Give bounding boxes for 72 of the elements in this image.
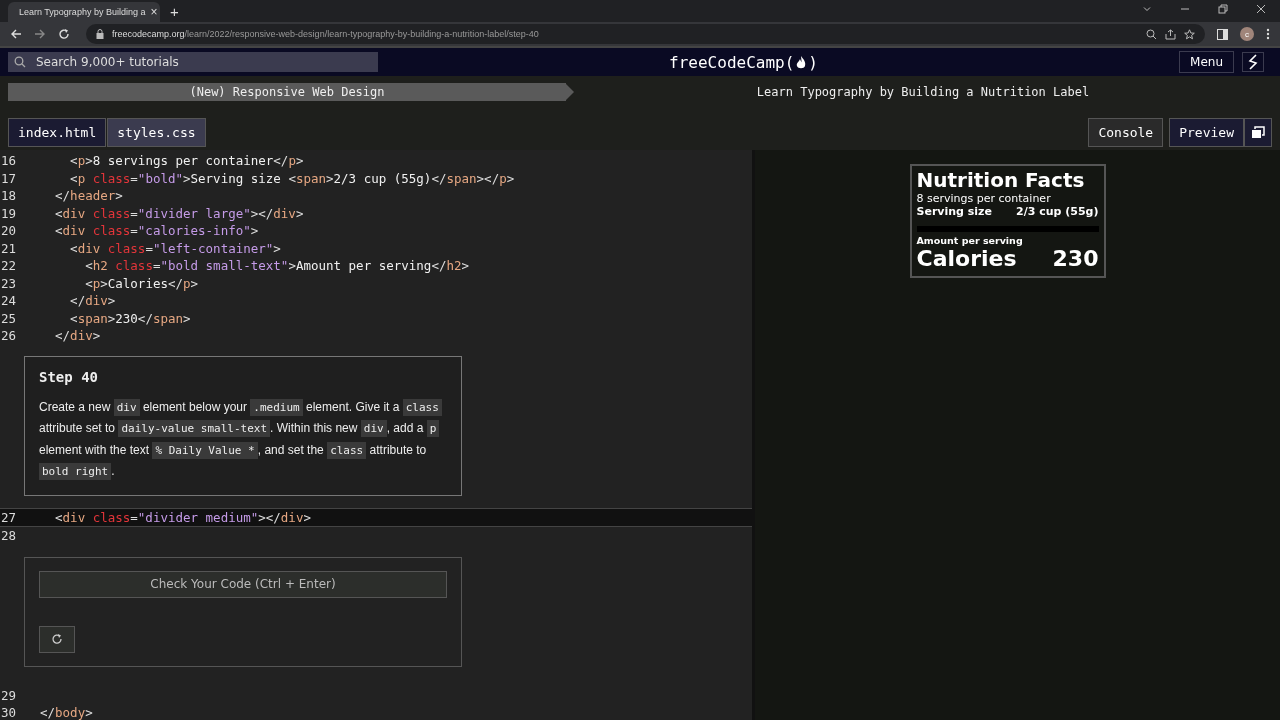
code-line: <div class="divider large"></div> bbox=[54, 205, 304, 221]
search-field[interactable]: Search 9,000+ tutorials bbox=[8, 52, 378, 72]
popout-button[interactable] bbox=[1244, 117, 1272, 147]
search-icon bbox=[14, 56, 26, 68]
amount-text: Amount per serving bbox=[916, 226, 1099, 246]
code-line: </body> bbox=[40, 705, 93, 720]
reload-icon[interactable] bbox=[58, 28, 70, 40]
zoom-icon[interactable] bbox=[1146, 28, 1157, 40]
line-number: 26 bbox=[0, 328, 18, 344]
reset-icon bbox=[51, 633, 63, 646]
code-line: </div> bbox=[69, 293, 116, 309]
step-title: Step 40 bbox=[39, 368, 99, 385]
line-number: 16 bbox=[0, 153, 18, 169]
share-icon[interactable] bbox=[1165, 28, 1176, 40]
line-number: 30 bbox=[0, 705, 18, 720]
code-line: <p class="bold">Serving size <span>2/3 cup (55g)</span></p> bbox=[69, 170, 515, 186]
sidebar-icon[interactable] bbox=[1217, 28, 1228, 40]
line-number: 22 bbox=[0, 258, 18, 274]
line-number: 29 bbox=[0, 687, 18, 703]
arrow-icon bbox=[566, 84, 574, 100]
forward-icon[interactable] bbox=[34, 28, 46, 40]
flame-icon bbox=[795, 54, 808, 70]
code-line: <p>Calories</p> bbox=[84, 275, 199, 291]
calories-value: 230 bbox=[1052, 246, 1099, 272]
logo-text: freeCodeCamp( bbox=[669, 52, 795, 72]
code-line: <span>230</span> bbox=[69, 310, 191, 326]
menu-button[interactable]: Menu bbox=[1179, 51, 1234, 73]
line-number: 24 bbox=[0, 293, 18, 309]
file-tab[interactable]: styles.css bbox=[107, 117, 206, 147]
serving-size-label: Serving size bbox=[916, 205, 992, 218]
line-number: 20 bbox=[0, 223, 18, 239]
tab-title: Learn Typography by Building a bbox=[19, 7, 146, 17]
code-line: <p>8 servings per container</p> bbox=[69, 153, 304, 169]
pane-tab[interactable]: Preview bbox=[1169, 117, 1244, 147]
close-icon[interactable] bbox=[1256, 3, 1266, 14]
line-number: 28 bbox=[0, 528, 18, 544]
close-tab-button[interactable]: × bbox=[150, 5, 158, 19]
pane-tab[interactable]: Console bbox=[1088, 117, 1164, 147]
code-line: </div> bbox=[54, 328, 101, 344]
line-number: 17 bbox=[0, 170, 18, 186]
lock-icon bbox=[96, 29, 104, 39]
code-line: <div class="left-container"> bbox=[69, 240, 281, 256]
star-icon[interactable] bbox=[1184, 28, 1195, 40]
line-number: 23 bbox=[0, 275, 18, 291]
line-number: 21 bbox=[0, 240, 18, 256]
reset-button[interactable] bbox=[39, 626, 75, 653]
windows-icon bbox=[1251, 125, 1265, 139]
restore-icon[interactable] bbox=[1218, 3, 1228, 14]
servings-text: 8 servings per container bbox=[916, 192, 1052, 205]
step-description: Create a new div element below your .medium element. Give it a class attribute set to daily-value small-text . Within this new div , add a p element with the text % Daily Value * , and set the class attribute to bold right . bbox=[39, 396, 447, 483]
browser-tab[interactable]: Learn Typography by Building a × bbox=[8, 2, 160, 22]
line-number: 19 bbox=[0, 205, 18, 221]
breadcrumb-title: Learn Typography by Building a Nutrition Label bbox=[755, 85, 1091, 99]
code-line: <div class="divider medium"></div> bbox=[54, 509, 311, 525]
address-bar[interactable]: freecodecamp.org/learn/2022/responsive-web-design/learn-typography-by-building-a-nutrition-label/step-40 bbox=[86, 24, 1205, 44]
calories-label: Calories bbox=[916, 246, 1017, 272]
new-tab-button[interactable]: + bbox=[170, 3, 179, 20]
more-icon[interactable] bbox=[1266, 28, 1270, 40]
label-title: Nutrition Facts bbox=[916, 168, 1086, 192]
check-code-button[interactable]: Check Your Code (Ctrl + Enter) bbox=[39, 570, 447, 599]
file-tab[interactable]: index.html bbox=[8, 117, 107, 147]
line-number: 18 bbox=[0, 188, 18, 204]
profile-button[interactable] bbox=[1242, 52, 1264, 72]
serving-size-value: 2/3 cup (55g) bbox=[1016, 205, 1099, 218]
code-line: <h2 class="bold small-text">Amount per serving</h2> bbox=[84, 258, 470, 274]
line-number: 25 bbox=[0, 310, 18, 326]
back-icon[interactable] bbox=[10, 28, 22, 40]
zigzag-icon bbox=[1247, 54, 1259, 70]
logo-text: ) bbox=[808, 52, 818, 72]
line-number: 27 bbox=[0, 509, 18, 525]
code-line: </header> bbox=[54, 188, 123, 204]
code-line: <div class="calories-info"> bbox=[54, 223, 259, 239]
